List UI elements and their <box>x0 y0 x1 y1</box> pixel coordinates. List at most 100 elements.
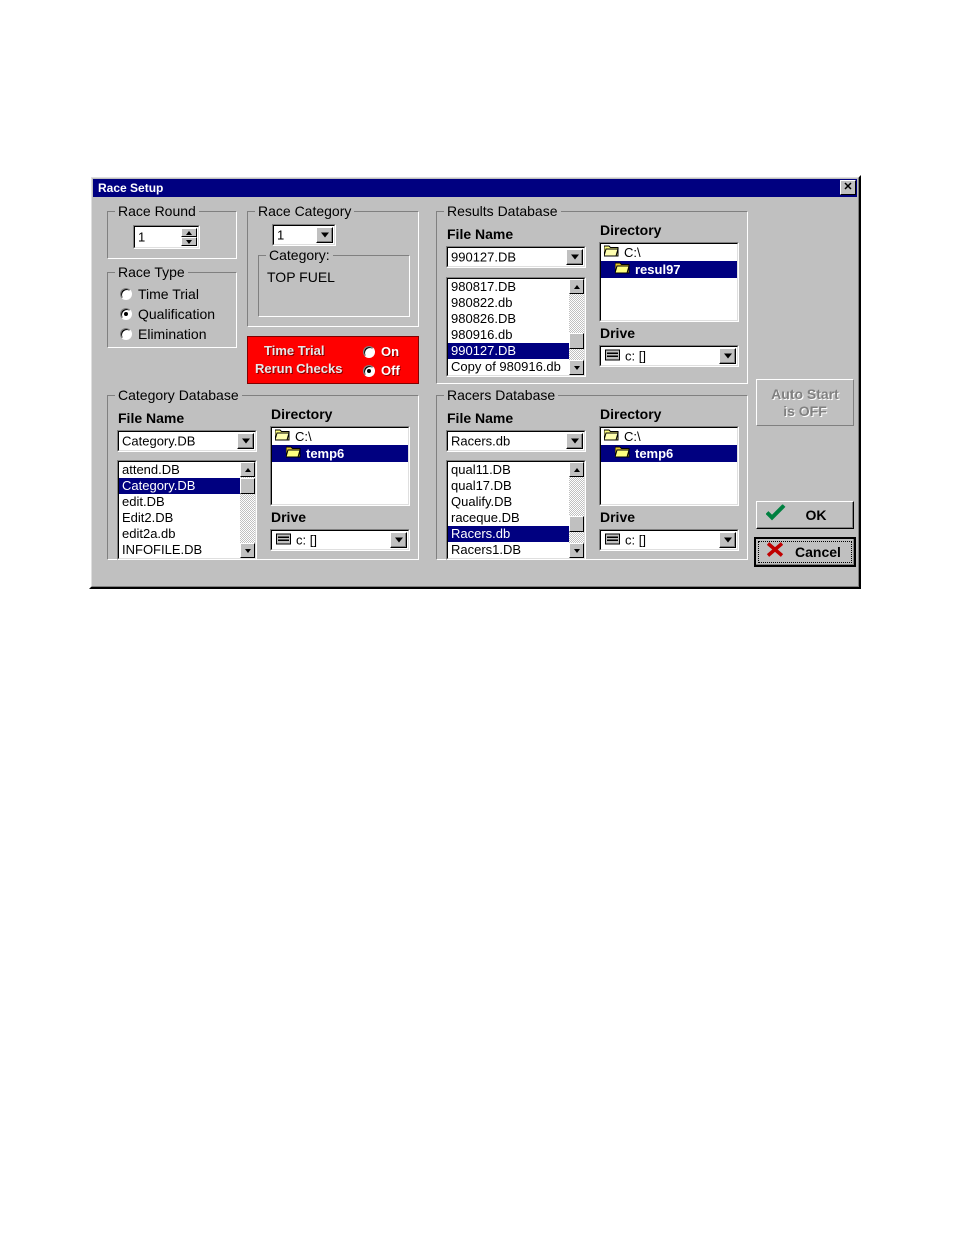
chevron-down-icon <box>570 438 579 444</box>
racers-file-scrollbar[interactable] <box>569 462 584 558</box>
list-item[interactable]: attend.DB <box>119 462 240 478</box>
chevron-down-icon <box>570 254 579 260</box>
radio-rerun-off[interactable]: Off <box>363 363 400 378</box>
directory-item-selected[interactable]: resul97 <box>601 261 737 278</box>
drive-icon <box>605 533 620 548</box>
category-file-name-dropdown-button[interactable] <box>237 433 254 449</box>
chevron-up-icon <box>186 230 192 235</box>
category-file-scrollbar[interactable] <box>240 462 255 558</box>
race-category-dropdown-button[interactable] <box>316 227 333 243</box>
category-drive-dropdown-button[interactable] <box>390 532 407 548</box>
list-item[interactable]: Racers1.DB <box>448 542 569 558</box>
list-item[interactable]: 980822.db <box>448 295 569 311</box>
list-item[interactable]: 980826.DB <box>448 311 569 327</box>
scroll-down-button[interactable] <box>569 543 584 558</box>
race-category-value: 1 <box>277 227 285 243</box>
list-item-selected[interactable]: Category.DB <box>119 478 240 494</box>
auto-start-line1: Auto Start <box>771 385 839 402</box>
list-item[interactable]: edit2a.db <box>119 526 240 542</box>
radio-time-trial[interactable]: Time Trial <box>120 286 199 302</box>
racers-file-name-dropdown-button[interactable] <box>566 433 583 449</box>
list-item-selected[interactable]: 990127.DB <box>448 343 569 359</box>
racers-file-name-value: Racers.db <box>451 433 511 449</box>
radio-icon-elimination <box>120 328 132 340</box>
list-item[interactable]: 980916.db <box>448 327 569 343</box>
directory-item-selected[interactable]: temp6 <box>272 445 408 462</box>
category-file-listbox[interactable]: attend.DB Category.DB edit.DB Edit2.DB e… <box>117 460 257 560</box>
race-category-combo-bevel: 1 <box>273 225 335 245</box>
directory-item-root[interactable]: C:\ <box>601 428 737 445</box>
scroll-thumb[interactable] <box>240 478 255 494</box>
scroll-track[interactable] <box>569 477 584 543</box>
scroll-down-button[interactable] <box>240 543 255 558</box>
close-icon[interactable]: ✕ <box>840 180 856 195</box>
race-category-combo[interactable]: 1 <box>272 224 336 246</box>
scroll-track[interactable] <box>569 294 584 360</box>
racers-drive-combo[interactable]: c: [] <box>599 529 739 551</box>
radio-rerun-on[interactable]: On <box>363 344 399 359</box>
list-item[interactable]: 980817.DB <box>448 279 569 295</box>
spinner-down-button[interactable] <box>181 237 197 246</box>
category-directory-tree[interactable]: C:\ temp6 <box>270 426 410 506</box>
list-item[interactable]: Edit2.DB <box>119 510 240 526</box>
race-round-spinner[interactable]: 1 <box>133 225 200 249</box>
results-file-listbox[interactable]: 980817.DB 980822.db 980826.DB 980916.db … <box>446 277 586 377</box>
folder-open-icon <box>614 262 630 277</box>
racers-drive-dropdown-button[interactable] <box>719 532 736 548</box>
list-item[interactable]: raceque.DB <box>448 510 569 526</box>
results-directory-tree[interactable]: C:\ resul97 <box>599 242 739 322</box>
directory-item-root[interactable]: C:\ <box>601 244 737 261</box>
directory-item-label: C:\ <box>295 429 312 444</box>
race-setup-dialog: Race Setup ✕ Race Round 1 Race Type Time… <box>89 175 861 589</box>
scroll-down-button[interactable] <box>569 360 584 375</box>
category-file-name-value: Category.DB <box>122 433 196 449</box>
list-item[interactable]: edit.DB <box>119 494 240 510</box>
category-file-name-combo[interactable]: Category.DB <box>117 430 257 452</box>
folder-open-icon <box>274 429 290 444</box>
directory-item-label: C:\ <box>624 429 641 444</box>
directory-item-selected[interactable]: temp6 <box>601 445 737 462</box>
race-round-value: 1 <box>138 229 146 245</box>
directory-item-label: temp6 <box>635 446 674 461</box>
racers-file-name-combo[interactable]: Racers.db <box>446 430 586 452</box>
radio-icon-qualification <box>120 308 132 320</box>
drive-icon <box>605 349 620 364</box>
category-database-legend: Category Database <box>115 387 242 403</box>
category-drive-combo[interactable]: c: [] <box>270 529 410 551</box>
racers-file-listbox[interactable]: qual11.DB qual17.DB Qualify.DB raceque.D… <box>446 460 586 560</box>
scroll-up-button[interactable] <box>240 462 255 477</box>
chevron-up-icon <box>244 467 251 472</box>
racers-directory-tree[interactable]: C:\ temp6 <box>599 426 739 506</box>
list-item[interactable]: Copy of 980916.db <box>448 359 569 375</box>
radio-elimination[interactable]: Elimination <box>120 326 206 342</box>
directory-item-root[interactable]: C:\ <box>272 428 408 445</box>
chevron-up-icon <box>573 284 580 289</box>
chevron-down-icon <box>320 232 329 238</box>
results-file-listbox-bevel: 980817.DB 980822.db 980826.DB 980916.db … <box>447 278 585 376</box>
scroll-thumb[interactable] <box>569 333 584 349</box>
results-file-name-combo[interactable]: 990127.DB <box>446 246 586 268</box>
scroll-thumb[interactable] <box>569 516 584 532</box>
results-file-name-dropdown-button[interactable] <box>566 249 583 265</box>
list-item[interactable]: qual17.DB <box>448 478 569 494</box>
list-item[interactable]: Qualify.DB <box>448 494 569 510</box>
results-file-scrollbar[interactable] <box>569 279 584 375</box>
list-item-selected[interactable]: Racers.db <box>448 526 569 542</box>
results-file-name-bevel: 990127.DB <box>447 247 585 267</box>
race-round-field-bevel: 1 <box>134 226 199 248</box>
racers-directory-label: Directory <box>600 406 662 422</box>
results-drive-combo[interactable]: c: [] <box>599 345 739 367</box>
ok-button[interactable]: OK <box>756 501 854 529</box>
chevron-down-icon <box>723 537 732 543</box>
radio-label-elimination: Elimination <box>138 326 207 342</box>
spinner-up-button[interactable] <box>181 228 197 237</box>
cancel-button[interactable]: Cancel <box>754 537 856 567</box>
list-item[interactable]: qual11.DB <box>448 462 569 478</box>
scroll-up-button[interactable] <box>569 462 584 477</box>
category-directory-tree-bevel: C:\ temp6 <box>271 427 409 505</box>
results-drive-dropdown-button[interactable] <box>719 348 736 364</box>
scroll-up-button[interactable] <box>569 279 584 294</box>
radio-qualification[interactable]: Qualification <box>120 306 215 322</box>
list-item[interactable]: INFOFILE.DB <box>119 542 240 558</box>
race-round-spin-buttons[interactable] <box>181 228 197 246</box>
